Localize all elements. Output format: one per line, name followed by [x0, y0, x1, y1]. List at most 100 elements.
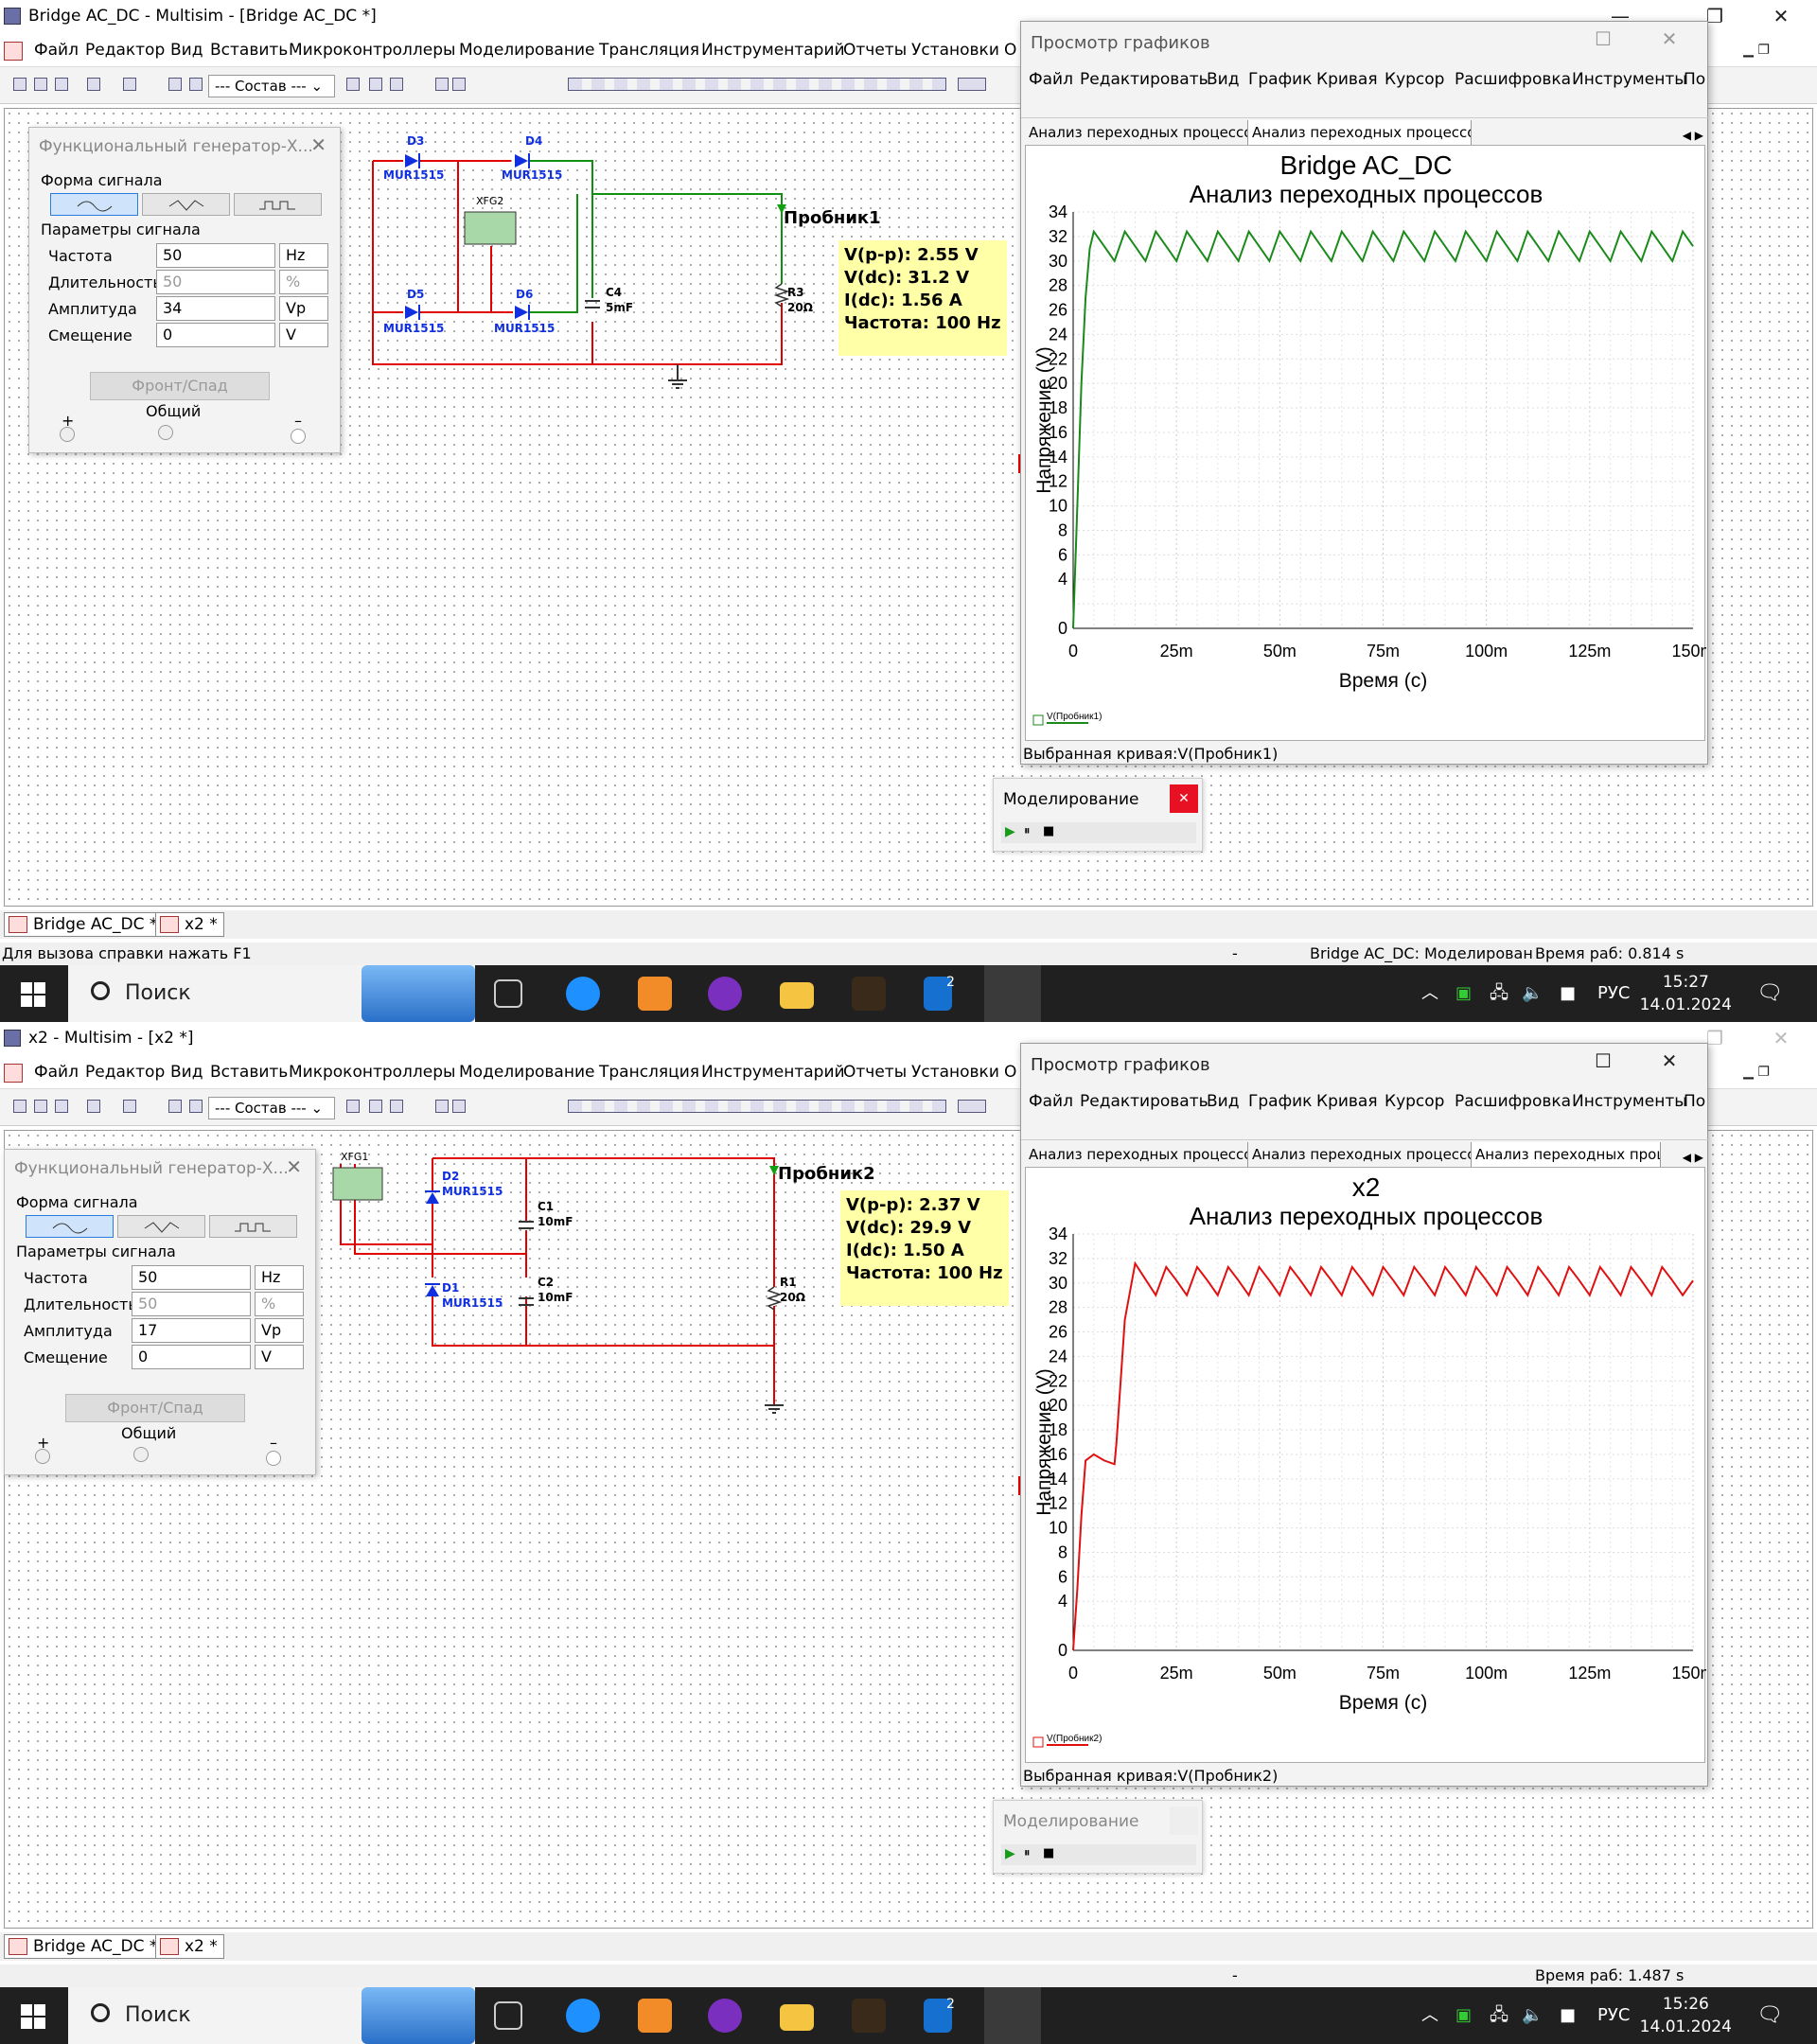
- plus-terminal[interactable]: [35, 1449, 50, 1464]
- graph-tab-1[interactable]: Анализ переходных процессов: [1025, 120, 1248, 145]
- amp-unit[interactable]: Vp: [279, 296, 328, 321]
- menu-simulate[interactable]: Моделирование: [459, 36, 594, 64]
- menu-edit[interactable]: Редактор: [85, 1058, 165, 1086]
- menu-reports[interactable]: Отчеты: [843, 36, 907, 64]
- back-annotate-icon[interactable]: [369, 78, 382, 91]
- run-icon[interactable]: ▶: [1005, 1846, 1015, 1861]
- triangle-wave-button[interactable]: [117, 1215, 205, 1238]
- grapher-maximize-icon[interactable]: ☐: [1584, 1049, 1622, 1072]
- close-icon[interactable]: ✕: [1762, 1022, 1800, 1054]
- forward-annotate-icon[interactable]: [390, 78, 403, 91]
- graph-icon[interactable]: [87, 78, 100, 91]
- freq-unit[interactable]: Hz: [279, 243, 328, 268]
- probe-tool-icon[interactable]: [346, 1100, 360, 1113]
- back-annotate-icon[interactable]: [369, 1100, 382, 1113]
- simulation-close-icon[interactable]: ✕: [1170, 1806, 1198, 1835]
- new-icon[interactable]: [13, 78, 26, 91]
- gmenu-trace[interactable]: Кривая: [1316, 1089, 1378, 1114]
- doc-tab-bridge[interactable]: Bridge AC_DC *: [4, 1934, 165, 1959]
- graph-icon[interactable]: [87, 1100, 100, 1113]
- menu-file[interactable]: Файл: [34, 36, 79, 64]
- save-icon[interactable]: [55, 78, 68, 91]
- menu-insert[interactable]: Вставить: [210, 36, 288, 64]
- pause-icon[interactable]: ⏸: [1024, 1846, 1031, 1860]
- network-icon[interactable]: 🖧: [1490, 965, 1508, 1022]
- app-icon-purple[interactable]: [708, 1999, 742, 2033]
- gmenu-tools[interactable]: Инструменты: [1572, 67, 1687, 92]
- offset-input[interactable]: 0: [132, 1345, 251, 1369]
- gmenu-graph[interactable]: График: [1248, 1089, 1312, 1114]
- grapher-toolbar[interactable]: [1021, 94, 1709, 118]
- offset-unit[interactable]: V: [255, 1345, 304, 1369]
- tray-box-icon[interactable]: ■: [1560, 965, 1576, 1022]
- language-indicator[interactable]: РУС: [1597, 1987, 1630, 2044]
- probe-tool-icon[interactable]: [346, 78, 360, 91]
- component-icon[interactable]: [189, 1100, 203, 1113]
- fgen-close-icon[interactable]: ✕: [286, 1155, 302, 1178]
- menu-insert[interactable]: Вставить: [210, 1058, 288, 1086]
- common-terminal[interactable]: [133, 1447, 149, 1462]
- doc-tab-x2[interactable]: x2 *: [155, 912, 224, 937]
- minus-terminal[interactable]: [266, 1451, 281, 1466]
- hierarchy-icon[interactable]: [168, 1100, 182, 1113]
- hierarchy-icon[interactable]: [168, 78, 182, 91]
- zoom-icon[interactable]: [435, 1100, 449, 1113]
- new-icon[interactable]: [13, 1100, 26, 1113]
- help-icon[interactable]: [452, 1100, 466, 1113]
- gmenu-more[interactable]: По: [1684, 67, 1705, 92]
- gmenu-edit[interactable]: Редактировать: [1080, 1089, 1208, 1114]
- multisim-taskbar-icon[interactable]: [984, 1987, 1041, 2044]
- plot-area[interactable]: x2 Анализ переходных процессов 0 4 6 8 10 12 14 1…: [1025, 1167, 1706, 1763]
- menu-tools[interactable]: Инструментарий: [701, 36, 845, 64]
- in-use-combo[interactable]: --- Состав --- ⌄: [208, 75, 335, 97]
- grapher-maximize-icon[interactable]: ☐: [1584, 27, 1622, 50]
- menu-mcu[interactable]: Микроконтроллеры: [289, 36, 455, 64]
- file-explorer-icon[interactable]: [780, 982, 814, 1009]
- minus-terminal[interactable]: [291, 429, 306, 444]
- graph-tab-3[interactable]: Анализ переходных проце: [1472, 1142, 1661, 1167]
- app-icon-orange[interactable]: [638, 977, 672, 1011]
- task-view-icon[interactable]: [494, 2001, 522, 2030]
- app-icon-purple[interactable]: [708, 977, 742, 1011]
- gmenu-file[interactable]: Файл: [1029, 1089, 1073, 1114]
- app-icon-chart[interactable]: [852, 977, 886, 1011]
- menu-simulate[interactable]: Моделирование: [459, 1058, 594, 1086]
- menu-tools[interactable]: Инструментарий: [701, 1058, 845, 1086]
- doc-tab-x2[interactable]: x2 *: [155, 1934, 224, 1959]
- simulation-close-icon[interactable]: ✕: [1170, 784, 1198, 813]
- gmenu-file[interactable]: Файл: [1029, 67, 1073, 92]
- gmenu-cursor[interactable]: Курсор: [1385, 67, 1444, 92]
- offset-input[interactable]: 0: [156, 323, 275, 347]
- sine-wave-button[interactable]: [50, 193, 138, 216]
- gmenu-legend[interactable]: Расшифровка: [1455, 1089, 1571, 1114]
- square-wave-button[interactable]: [234, 193, 322, 216]
- gmenu-tools[interactable]: Инструменты: [1572, 1089, 1687, 1114]
- amp-input[interactable]: 34: [156, 296, 275, 321]
- windows-start-icon[interactable]: [21, 982, 45, 1007]
- clock[interactable]: 15:27 14.01.2024: [1640, 971, 1732, 1016]
- fgen-close-icon[interactable]: ✕: [310, 133, 326, 156]
- volume-icon[interactable]: 🔈: [1522, 965, 1543, 1022]
- offset-unit[interactable]: V: [279, 323, 328, 347]
- amp-unit[interactable]: Vp: [255, 1318, 304, 1343]
- menu-options[interactable]: Установки: [911, 1058, 999, 1086]
- notification-icon[interactable]: 🗨: [1756, 1987, 1783, 2044]
- doc-tab-bridge[interactable]: Bridge AC_DC *: [4, 912, 165, 937]
- stop-icon[interactable]: ■: [1043, 1846, 1054, 1860]
- menu-edit[interactable]: Редактор: [85, 36, 165, 64]
- run-icon[interactable]: ▶: [1005, 824, 1015, 839]
- grapher-close-icon[interactable]: ✕: [1650, 1049, 1688, 1072]
- edge-icon[interactable]: [566, 1999, 600, 2033]
- instrument-toolbar[interactable]: [568, 1100, 946, 1113]
- menu-more[interactable]: О: [1004, 36, 1016, 64]
- menu-transfer[interactable]: Трансляция: [599, 1058, 699, 1086]
- triangle-wave-button[interactable]: [142, 193, 230, 216]
- tray-box-icon[interactable]: ■: [1560, 1987, 1576, 2044]
- windows-start-icon[interactable]: [21, 2004, 45, 2029]
- probe-toolbar[interactable]: [958, 1100, 986, 1113]
- forward-annotate-icon[interactable]: [390, 1100, 403, 1113]
- edge-icon[interactable]: [566, 977, 600, 1011]
- app-icon-chart[interactable]: [852, 1999, 886, 2033]
- common-terminal[interactable]: [158, 425, 173, 440]
- plus-terminal[interactable]: [60, 427, 75, 442]
